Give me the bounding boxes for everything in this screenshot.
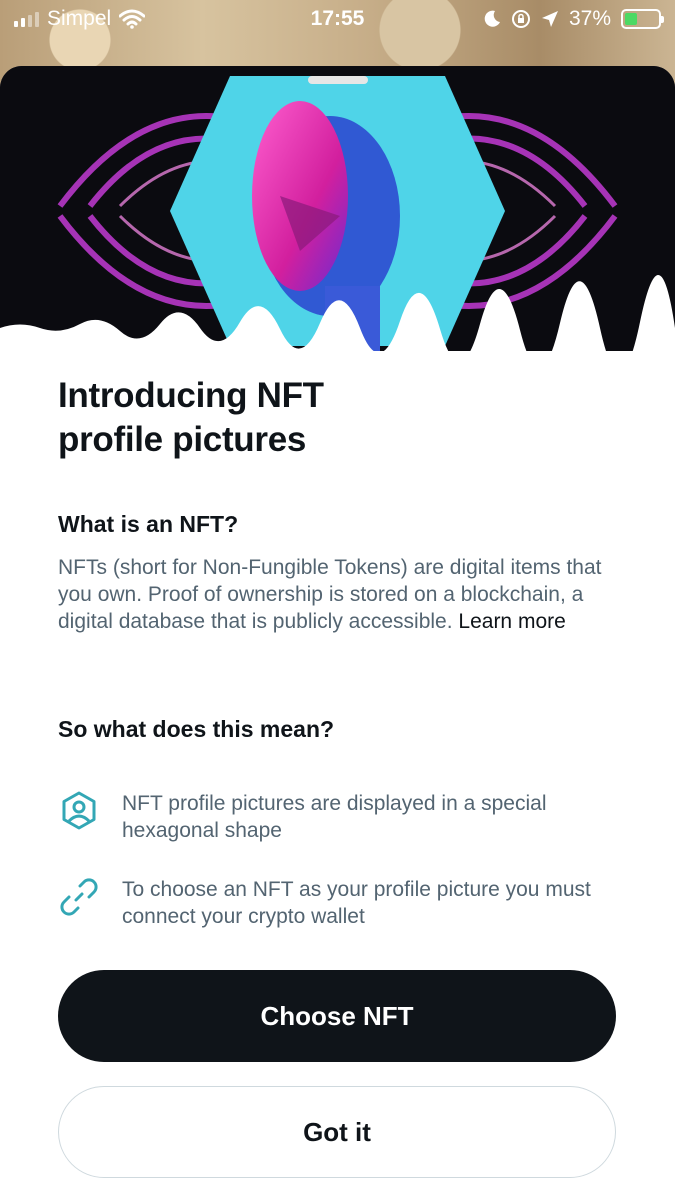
what-is-nft-heading: What is an NFT? (58, 511, 239, 537)
link-icon (60, 878, 98, 916)
status-right: 37% (483, 7, 664, 31)
sheet-grabber[interactable] (308, 76, 368, 84)
what-does-this-mean-heading: So what does this mean? (58, 716, 335, 742)
nft-hexagon-artwork (0, 66, 675, 351)
feature-wallet-text: To choose an NFT as your profile picture… (122, 878, 591, 928)
nft-intro-sheet: Introducing NFT profile pictures What is… (0, 66, 675, 1200)
feature-hexagon-text: NFT profile pictures are displayed in a … (122, 792, 547, 842)
learn-more-link[interactable]: Learn more (458, 610, 565, 633)
hero-illustration (0, 66, 675, 351)
battery-percent: 37% (568, 7, 611, 30)
status-bar: Simpel 17:55 37% (0, 0, 675, 40)
location-arrow-icon (541, 11, 558, 27)
hexagon-profile-icon (62, 791, 96, 830)
sheet-title: Introducing NFT profile pictures (58, 376, 324, 459)
feature-hexagon: NFT profile pictures are displayed in a … (58, 790, 628, 844)
what-is-nft-body: NFTs (short for Non-Fungible Tokens) are… (58, 554, 623, 635)
orientation-lock-icon (511, 10, 530, 28)
moon-icon (484, 10, 500, 27)
got-it-button[interactable]: Got it (58, 1086, 616, 1178)
feature-wallet: To choose an NFT as your profile picture… (58, 876, 628, 930)
choose-nft-button[interactable]: Choose NFT (58, 970, 616, 1062)
battery-icon (621, 9, 664, 29)
